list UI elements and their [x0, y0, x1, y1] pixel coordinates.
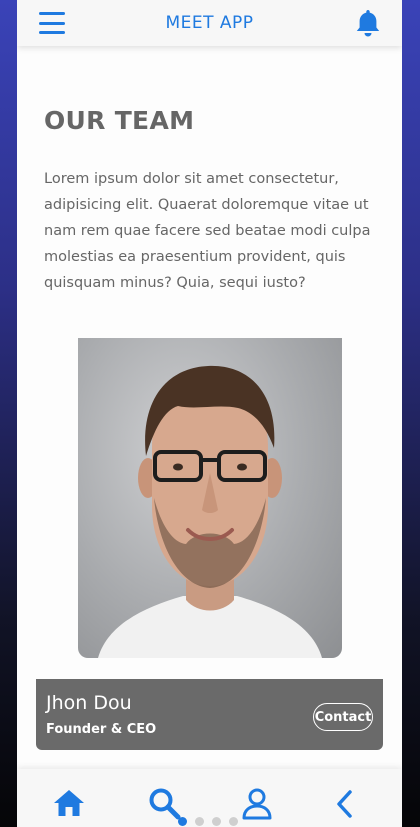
chevron-left-icon[interactable]	[329, 787, 363, 821]
page-dot[interactable]	[212, 817, 221, 826]
app-title: MEET APP	[165, 13, 254, 33]
user-icon[interactable]	[240, 787, 274, 821]
hamburger-menu-icon[interactable]	[39, 12, 65, 34]
page-dot[interactable]	[229, 817, 238, 826]
top-app-bar: MEET APP	[17, 0, 402, 46]
bottom-nav-bar	[17, 769, 402, 827]
bell-icon[interactable]	[354, 8, 382, 38]
member-name: Jhon Dou	[46, 692, 132, 714]
section-title: OUR TEAM	[44, 106, 195, 135]
search-icon[interactable]	[148, 787, 182, 821]
intro-paragraph: Lorem ipsum dolor sit amet consectetur, …	[44, 171, 371, 291]
app-screen: MEET APP OUR TEAM Lorem ipsum dolor sit …	[17, 0, 402, 827]
team-member-card: Jhon Dou Founder & CEO Contact	[36, 679, 383, 750]
page-dot[interactable]	[195, 817, 204, 826]
page-indicator	[178, 817, 238, 826]
home-icon[interactable]	[52, 787, 86, 821]
team-member-photo	[78, 338, 342, 658]
contact-button[interactable]: Contact	[313, 703, 373, 731]
member-role: Founder & CEO	[46, 722, 157, 737]
page-dot[interactable]	[178, 817, 187, 826]
